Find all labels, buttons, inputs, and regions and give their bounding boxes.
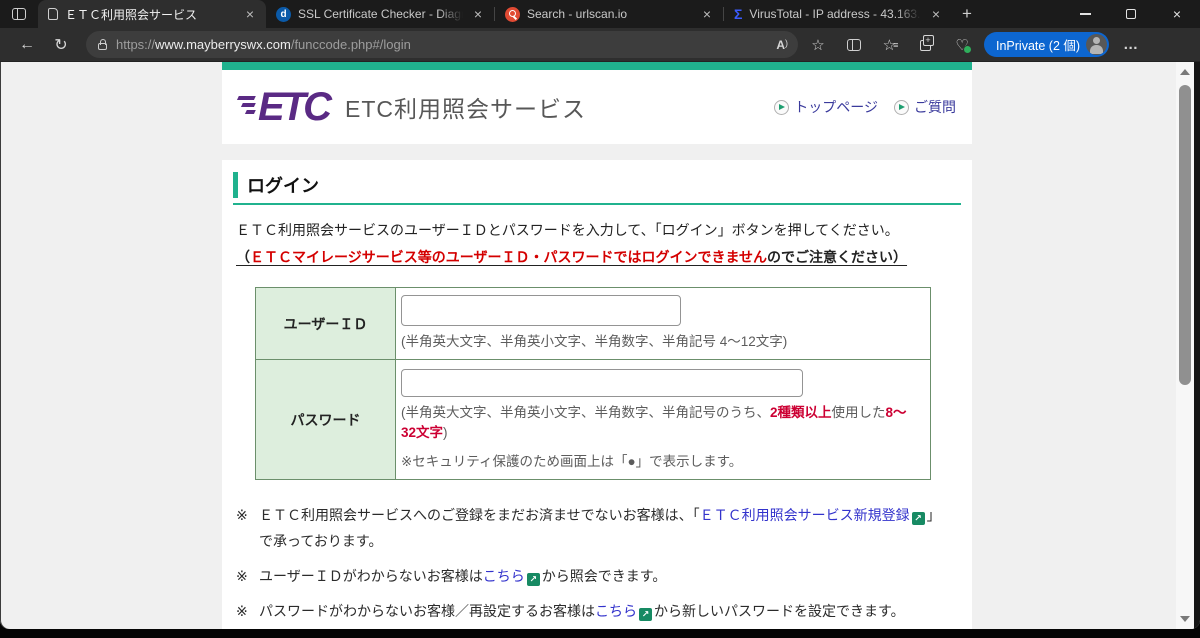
close-tab-icon[interactable]: ×	[928, 6, 944, 22]
window-controls: ×	[1062, 0, 1200, 28]
hub-lines-icon: ≡	[893, 39, 898, 50]
password-security-note: ※セキュリティ保護のため画面上は「●」で表示します。	[401, 454, 743, 469]
page-viewport: ETC ETC利用照会サービス トップページ ご質問 ログイン ＥＴＣ利用照会サ…	[0, 62, 1200, 629]
login-heading-rule: ログイン	[233, 172, 961, 205]
external-link-icon: ↗	[526, 573, 540, 586]
site-title: ETC利用照会サービス	[345, 96, 586, 122]
user-id-label: ユーザーＩＤ	[255, 287, 396, 360]
login-panel: ログイン ＥＴＣ利用照会サービスのユーザーＩＤとパスワードを入力して、「ログイン…	[222, 160, 972, 629]
site-header: ETC ETC利用照会サービス トップページ ご質問	[222, 70, 972, 144]
tab-title: SSL Certificate Checker - Diagno	[298, 7, 463, 21]
list-item: ※ ＥＴＣ利用照会サービスへのご登録をまだお済ませでないお客様は、「ＥＴＣ利用照…	[236, 507, 934, 549]
green-arrow-icon	[894, 99, 909, 115]
minimize-icon	[1079, 13, 1091, 15]
collections-button[interactable]	[910, 31, 942, 59]
notes-list: ※ ＥＴＣ利用照会サービスへのご登録をまだお済ませでないお客様は、「ＥＴＣ利用照…	[236, 502, 961, 629]
scroll-down-icon[interactable]	[1180, 616, 1190, 622]
top-page-link[interactable]: トップページ	[774, 97, 878, 117]
warning-red-text: ＥＴＣマイレージサービス等のユーザーＩＤ・パスワードではログインできません	[250, 249, 768, 265]
vertical-scrollbar[interactable]	[1176, 62, 1194, 629]
tab-actions-menu-button[interactable]	[0, 0, 38, 28]
list-item: ※ ユーザーＩＤがわからないお客様はこちら ↗ から照会できます。	[236, 568, 667, 586]
list-item: ※ パスワードがわからないお客様／再設定するお客様はこちら ↗ から新しいパスワード…	[236, 603, 905, 621]
tab-title: VirusTotal - IP address - 43.163.2	[749, 7, 921, 21]
profile-avatar[interactable]	[1086, 34, 1108, 55]
favorites-hub-button[interactable]: ☆ ≡	[874, 31, 906, 59]
user-id-field[interactable]	[401, 295, 681, 326]
new-registration-link[interactable]: ＥＴＣ利用照会サービス新規登録	[700, 507, 910, 523]
etc-logo: ETC	[237, 85, 332, 129]
table-row: パスワード (半角英大文字、半角英小文字、半角数字、半角記号のうち、2種類以上使…	[255, 359, 931, 480]
url-host: www.mayberryswx.com	[155, 37, 291, 52]
questions-link[interactable]: ご質問	[894, 97, 956, 117]
tab-title: Search - urlscan.io	[527, 7, 628, 21]
tab-etc-service[interactable]: ＥＴＣ利用照会サービス ×	[38, 0, 266, 28]
new-tab-button[interactable]: +	[952, 0, 982, 28]
url-text[interactable]: https://www.mayberryswx.com/funccode.php…	[116, 37, 767, 52]
split-screen-button[interactable]	[838, 31, 870, 59]
page-accent-bar	[222, 62, 972, 70]
browser-window: ＥＴＣ利用照会サービス × d SSL Certificate Checker …	[0, 0, 1200, 638]
user-id-cell: (半角英大文字、半角英小文字、半角数字、半角記号 4～12文字)	[395, 287, 931, 360]
close-tab-icon[interactable]: ×	[242, 6, 258, 22]
settings-menu-button[interactable]: …	[1115, 31, 1147, 59]
virustotal-icon: Σ	[734, 6, 743, 22]
maximize-icon	[1126, 9, 1136, 19]
inprivate-label: InPrivate (2 個)	[996, 39, 1081, 53]
close-tab-icon[interactable]: ×	[699, 6, 715, 22]
page-content-column: ETC ETC利用照会サービス トップページ ご質問 ログイン ＥＴＣ利用照会サ…	[222, 62, 972, 629]
forgot-userid-link[interactable]: こちら	[483, 568, 525, 584]
browser-toolbar: ← ↻ https://www.mayberryswx.com/funccode…	[0, 28, 1200, 62]
table-row: ユーザーＩＤ (半角英大文字、半角英小文字、半角数字、半角記号 4～12文字)	[255, 287, 931, 360]
tab-actions-icon	[12, 8, 26, 20]
read-aloud-button[interactable]: A)	[776, 38, 788, 52]
minimize-button[interactable]	[1062, 0, 1108, 28]
inprivate-badge[interactable]: InPrivate (2 個)	[984, 32, 1110, 57]
login-form-table: ユーザーＩＤ (半角英大文字、半角英小文字、半角数字、半角記号 4～12文字) …	[255, 287, 931, 480]
urlscan-icon	[505, 6, 520, 22]
maximize-button[interactable]	[1108, 0, 1154, 28]
scrollbar-thumb[interactable]	[1179, 85, 1191, 385]
document-icon	[48, 8, 58, 20]
external-link-icon: ↗	[911, 512, 925, 525]
password-field[interactable]	[401, 369, 803, 397]
logo-mark: ETC	[258, 85, 332, 129]
url-path: /funccode.php#/login	[290, 37, 411, 52]
tab-title: ＥＴＣ利用照会サービス	[65, 7, 198, 22]
login-warning: （ＥＴＣマイレージサービス等のユーザーＩＤ・パスワードではログインできませんので…	[236, 249, 908, 265]
browser-essentials-button[interactable]: ♡	[946, 31, 978, 59]
tab-urlscan[interactable]: Search - urlscan.io ×	[495, 0, 723, 28]
password-cell: (半角英大文字、半角英小文字、半角数字、半角記号のうち、2種類以上使用した8～3…	[395, 359, 931, 480]
header-links: トップページ ご質問	[774, 97, 956, 117]
user-id-note: (半角英大文字、半角英小文字、半角数字、半角記号 4～12文字)	[401, 334, 788, 349]
digicert-icon: d	[276, 6, 291, 22]
window-right-edge	[1194, 62, 1200, 629]
tab-virustotal[interactable]: Σ VirusTotal - IP address - 43.163.2 ×	[724, 0, 952, 28]
header-gap	[222, 144, 972, 160]
external-link-icon: ↗	[639, 608, 652, 621]
collections-icon	[919, 35, 934, 51]
password-note: (半角英大文字、半角英小文字、半角数字、半角記号のうち、2種類以上使用した8～3…	[401, 405, 907, 440]
page-title: ログイン	[233, 172, 961, 198]
back-button[interactable]: ←	[12, 31, 42, 59]
address-bar[interactable]: https://www.mayberryswx.com/funccode.php…	[86, 31, 798, 58]
url-scheme: https://	[116, 37, 156, 52]
lock-icon	[98, 39, 107, 50]
forgot-password-link[interactable]: こちら	[595, 603, 637, 619]
password-label: パスワード	[255, 359, 396, 480]
refresh-button[interactable]: ↻	[46, 31, 76, 59]
close-window-button[interactable]: ×	[1154, 0, 1200, 28]
green-arrow-icon	[774, 99, 790, 115]
scroll-up-icon[interactable]	[1180, 69, 1190, 75]
tab-strip: ＥＴＣ利用照会サービス × d SSL Certificate Checker …	[0, 0, 1200, 28]
logo-speed-lines	[237, 96, 256, 114]
add-favorite-button[interactable]: ☆	[802, 31, 834, 59]
close-tab-icon[interactable]: ×	[470, 6, 486, 22]
login-instructions: ＥＴＣ利用照会サービスのユーザーＩＤとパスワードを入力して、「ログイン」ボタンを…	[236, 222, 899, 238]
split-screen-icon	[847, 38, 861, 51]
tab-ssl-checker[interactable]: d SSL Certificate Checker - Diagno ×	[266, 0, 494, 28]
